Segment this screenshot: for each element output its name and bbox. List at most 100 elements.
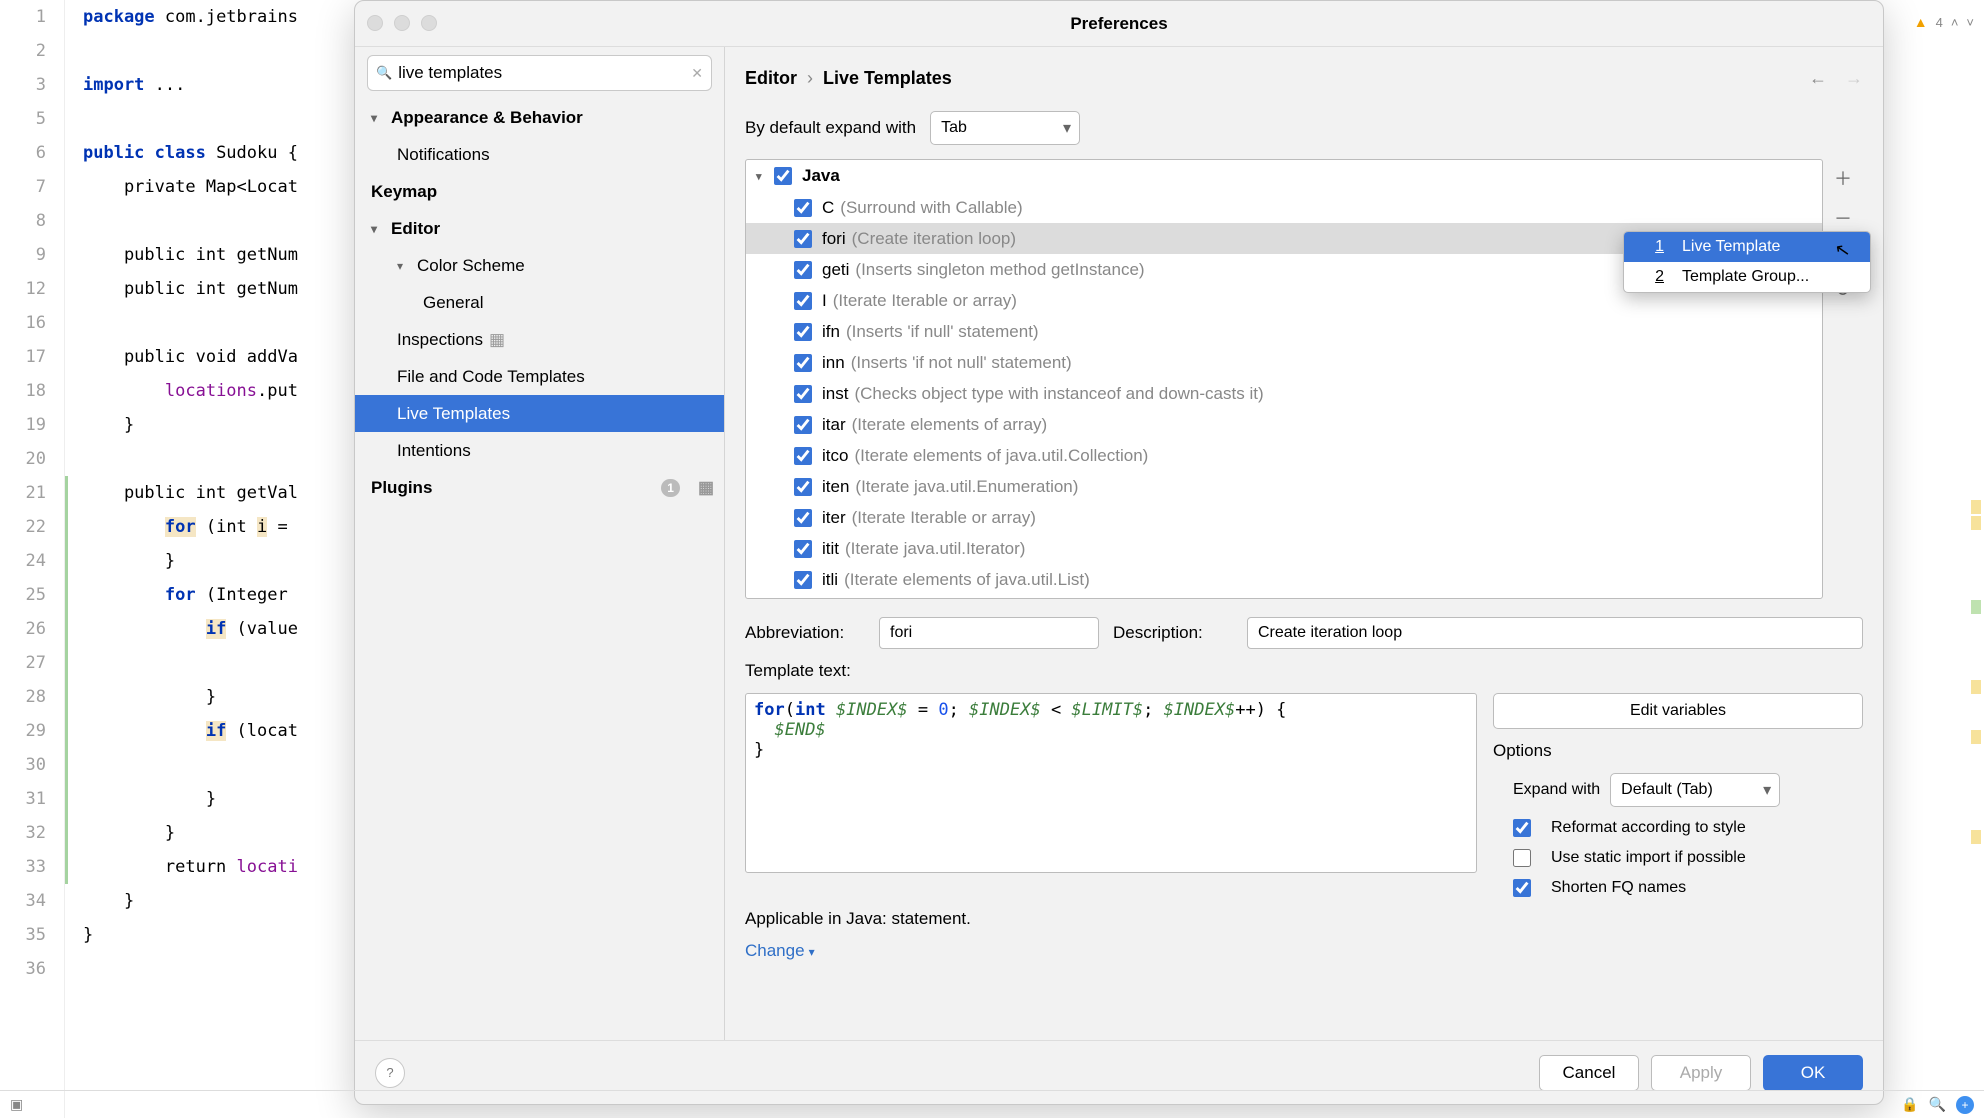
notifications-icon[interactable]: +	[1956, 1096, 1974, 1114]
template-text[interactable]: for(int $INDEX$ = 0; $INDEX$ < $LIMIT$; …	[745, 693, 1477, 873]
group-java[interactable]: ▾ Java	[746, 160, 1822, 192]
template-checkbox[interactable]	[794, 478, 812, 496]
template-checkbox[interactable]	[794, 571, 812, 589]
template-checkbox[interactable]	[794, 447, 812, 465]
maximize-icon[interactable]	[421, 15, 437, 31]
popup-template-group[interactable]: 2 Template Group...	[1624, 262, 1870, 292]
tree-editor[interactable]: ▾ Editor	[355, 210, 724, 247]
template-list[interactable]: ▾ Java C (Surround with Callable) fori (…	[745, 159, 1823, 599]
options-label: Options	[1493, 741, 1863, 761]
cancel-button[interactable]: Cancel	[1539, 1055, 1639, 1091]
expand-label: By default expand with	[745, 118, 916, 138]
change-context-link[interactable]: Change▾	[745, 941, 1863, 961]
settings-tree[interactable]: ▾ Appearance & Behavior Notifications Ke…	[355, 99, 724, 1040]
chevron-down-icon: ▾	[397, 259, 417, 273]
plugins-badge: 1	[661, 479, 680, 497]
tree-notifications[interactable]: Notifications	[355, 136, 724, 173]
gutter: 123 567 8912 161718 192021 222425 262728…	[0, 0, 65, 1118]
tree-file-templates[interactable]: File and Code Templates	[355, 358, 724, 395]
minimize-icon[interactable]	[394, 15, 410, 31]
chevron-down-icon: ▾	[756, 170, 774, 183]
tree-inspections[interactable]: Inspections ▦	[355, 321, 724, 358]
help-button[interactable]: ?	[375, 1058, 405, 1088]
lock-icon[interactable]: 🔒	[1901, 1096, 1918, 1113]
template-detail: Abbreviation: Description: Template text…	[745, 617, 1863, 961]
gear-icon: ▦	[698, 478, 714, 498]
reformat-checkbox[interactable]	[1513, 819, 1531, 837]
shorten-fq-label: Shorten FQ names	[1551, 879, 1686, 897]
titlebar: Preferences	[355, 1, 1883, 47]
group-checkbox[interactable]	[774, 167, 792, 185]
template-row[interactable]: itar (Iterate elements of array)	[746, 409, 1822, 440]
search-icon[interactable]: 🔍	[1929, 1096, 1946, 1113]
tree-plugins[interactable]: Plugins 1 ▦	[355, 469, 724, 506]
template-row[interactable]: C (Surround with Callable)	[746, 192, 1822, 223]
ok-button[interactable]: OK	[1763, 1055, 1863, 1091]
error-stripe[interactable]	[1967, 0, 1981, 1090]
search-input-wrapper[interactable]: 🔍 ✕	[367, 55, 712, 91]
chevron-down-icon: ▾	[371, 111, 391, 125]
applicable-label: Applicable in Java: statement.	[745, 909, 1863, 929]
preferences-dialog: Preferences 🔍 ✕ ▾ Appearance & Behavior …	[354, 0, 1884, 1105]
remove-icon[interactable]: －	[1834, 205, 1852, 231]
abbrev-input[interactable]	[879, 617, 1099, 649]
code[interactable]: package com.jetbrains import ... public …	[65, 0, 298, 1118]
status-bar: ▣ 🔒 🔍 +	[0, 1090, 1984, 1118]
tree-general[interactable]: General	[355, 284, 724, 321]
search-icon: 🔍	[376, 65, 392, 81]
add-icon[interactable]: ＋	[1834, 165, 1852, 191]
clear-icon[interactable]: ✕	[691, 65, 703, 82]
inspection-badges[interactable]: ▲ 4 ˄ ˅ ✔	[1914, 14, 1974, 30]
breadcrumb: Editor › Live Templates ← →	[745, 61, 1863, 95]
template-checkbox[interactable]	[794, 354, 812, 372]
template-row[interactable]: itco (Iterate elements of java.util.Coll…	[746, 440, 1822, 471]
template-checkbox[interactable]	[794, 261, 812, 279]
window-controls[interactable]	[367, 15, 437, 31]
tree-live-templates[interactable]: Live Templates	[355, 395, 724, 432]
tree-keymap[interactable]: Keymap	[355, 173, 724, 210]
edit-variables-button[interactable]: Edit variables	[1493, 693, 1863, 729]
static-import-checkbox[interactable]	[1513, 849, 1531, 867]
sidebar: 🔍 ✕ ▾ Appearance & Behavior Notification…	[355, 47, 725, 1040]
warning-count: 4	[1936, 15, 1943, 30]
expand-with-label: Expand with	[1513, 781, 1600, 799]
template-row[interactable]: ifn (Inserts 'if null' statement)	[746, 316, 1822, 347]
shorten-fq-checkbox[interactable]	[1513, 879, 1531, 897]
template-row[interactable]: iter (Iterate Iterable or array)	[746, 502, 1822, 533]
chevron-down-icon: ▾	[371, 222, 391, 236]
template-checkbox[interactable]	[794, 199, 812, 217]
template-row[interactable]: iten (Iterate java.util.Enumeration)	[746, 471, 1822, 502]
template-checkbox[interactable]	[794, 385, 812, 403]
apply-button[interactable]: Apply	[1651, 1055, 1751, 1091]
dialog-title: Preferences	[1070, 14, 1167, 34]
reformat-label: Reformat according to style	[1551, 819, 1746, 837]
forward-icon[interactable]: →	[1845, 68, 1863, 89]
template-checkbox[interactable]	[794, 230, 812, 248]
template-row[interactable]: inn (Inserts 'if not null' statement)	[746, 347, 1822, 378]
add-popup: 1 Live Template 2 Template Group...	[1623, 231, 1871, 293]
template-checkbox[interactable]	[794, 323, 812, 341]
expand-select[interactable]: Tab	[930, 111, 1080, 145]
abbrev-label: Abbreviation:	[745, 623, 865, 643]
expand-with-select[interactable]: Default (Tab)	[1610, 773, 1780, 807]
tree-color-scheme[interactable]: ▾ Color Scheme	[355, 247, 724, 284]
tool-window-icon[interactable]: ▣	[10, 1096, 23, 1113]
popup-live-template[interactable]: 1 Live Template	[1624, 232, 1870, 262]
desc-input[interactable]	[1247, 617, 1863, 649]
tree-appearance[interactable]: ▾ Appearance & Behavior	[355, 99, 724, 136]
template-checkbox[interactable]	[794, 509, 812, 527]
template-row[interactable]: itit (Iterate java.util.Iterator)	[746, 533, 1822, 564]
template-row[interactable]: inst (Checks object type with instanceof…	[746, 378, 1822, 409]
back-icon[interactable]: ←	[1809, 68, 1827, 89]
template-checkbox[interactable]	[794, 540, 812, 558]
crumb-live-templates: Live Templates	[823, 68, 952, 89]
template-row[interactable]: itli (Iterate elements of java.util.List…	[746, 564, 1822, 595]
editor-behind: 123 567 8912 161718 192021 222425 262728…	[0, 0, 360, 1118]
crumb-editor[interactable]: Editor	[745, 68, 797, 89]
close-icon[interactable]	[367, 15, 383, 31]
template-checkbox[interactable]	[794, 292, 812, 310]
tree-intentions[interactable]: Intentions	[355, 432, 724, 469]
chevron-up-icon[interactable]: ˄	[1951, 15, 1959, 30]
search-input[interactable]	[398, 63, 691, 83]
template-checkbox[interactable]	[794, 416, 812, 434]
